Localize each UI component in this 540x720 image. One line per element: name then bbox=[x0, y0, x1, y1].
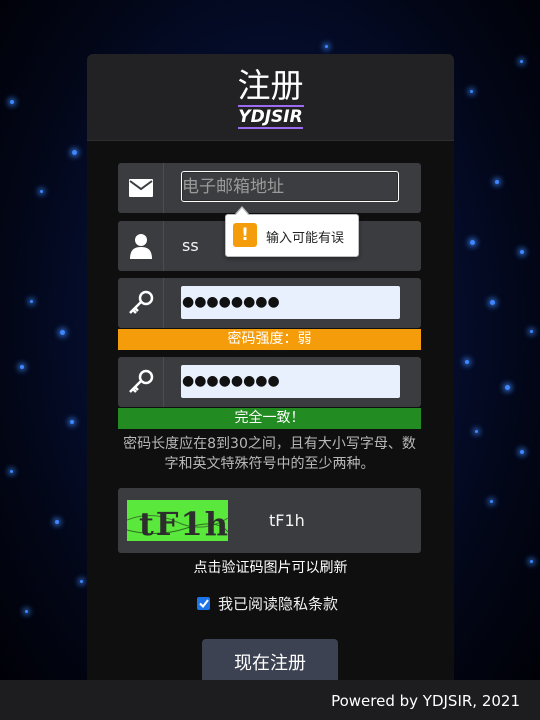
password-match-bar: 完全一致！ bbox=[118, 408, 421, 429]
register-button[interactable]: 现在注册 bbox=[202, 639, 338, 684]
confirm-password-field-group: ●●●●●●●● bbox=[118, 357, 421, 407]
key-icon bbox=[118, 278, 164, 328]
user-icon bbox=[118, 221, 164, 271]
privacy-agree-row[interactable]: 我已阅读隐私条款 bbox=[197, 593, 338, 614]
email-field-group bbox=[118, 163, 421, 213]
page-subtitle: YDJSIR bbox=[238, 107, 303, 129]
privacy-agree-label[interactable]: 我已阅读隐私条款 bbox=[218, 593, 338, 614]
email-input[interactable] bbox=[181, 171, 399, 202]
envelope-icon bbox=[118, 163, 164, 213]
password-rules-hint: 密码长度应在8到30之间，且有大小写字母、数字和英文特殊符号中的至少两种。 bbox=[123, 436, 416, 472]
panel-header: 注册 YDJSIR bbox=[87, 54, 454, 141]
password-input[interactable]: ●●●●●●●● bbox=[181, 286, 400, 319]
footer-credit: Powered by YDJSIR, 2021 bbox=[331, 692, 520, 710]
warning-icon: ! bbox=[233, 223, 257, 247]
key-icon bbox=[118, 357, 164, 407]
page-title: 注册 bbox=[237, 66, 304, 107]
captcha-image-text: tF1h bbox=[139, 505, 228, 541]
captcha-input[interactable]: tF1h bbox=[269, 511, 305, 530]
tooltip-text: 输入可能有误 bbox=[266, 231, 345, 246]
captcha-field-group: tF1h tF1h bbox=[118, 488, 421, 553]
username-input[interactable]: ss bbox=[182, 236, 199, 255]
confirm-password-input[interactable]: ●●●●●●●● bbox=[181, 365, 400, 398]
captcha-image[interactable]: tF1h bbox=[127, 500, 228, 541]
footer: Powered by YDJSIR, 2021 bbox=[0, 680, 540, 720]
validation-tooltip: ! 输入可能有误 bbox=[225, 206, 359, 257]
password-strength-bar: 密码强度：弱 bbox=[118, 329, 421, 350]
password-field-group: ●●●●●●●● bbox=[118, 278, 421, 328]
privacy-checkbox[interactable] bbox=[197, 597, 210, 610]
captcha-refresh-hint: 点击验证码图片可以刷新 bbox=[193, 560, 348, 576]
